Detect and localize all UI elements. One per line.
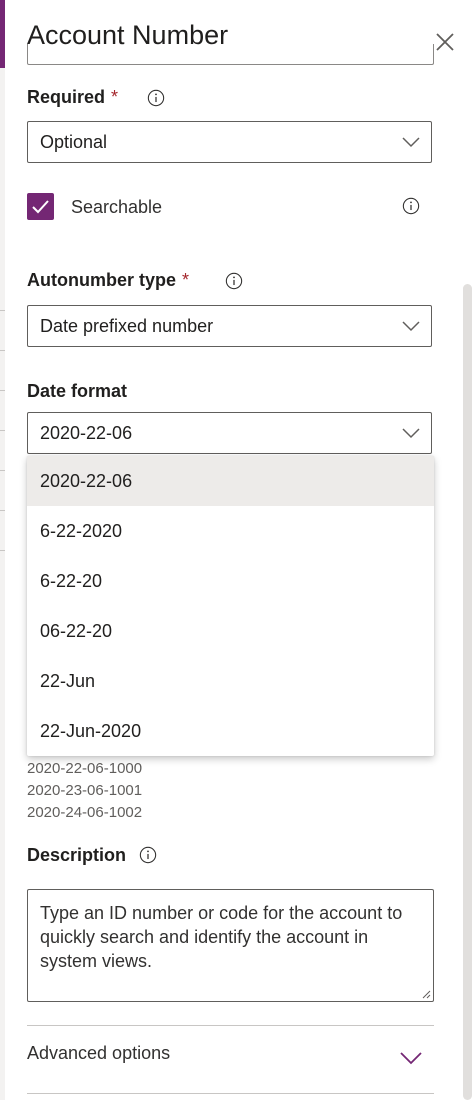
column-properties-panel: Account Number Required * Optional Search…: [5, 0, 474, 1100]
chevron-down-icon: [402, 428, 420, 439]
searchable-checkbox[interactable]: [27, 193, 54, 220]
date-format-option[interactable]: 22-Jun: [27, 656, 434, 706]
description-label: Description: [27, 845, 127, 865]
date-format-label: Date format: [27, 381, 128, 401]
autonumber-type-value: Date prefixed number: [40, 316, 214, 336]
required-asterisk: *: [111, 87, 119, 107]
chevron-down-icon[interactable]: [399, 1050, 423, 1066]
autonumber-type-label: Autonumber type *: [27, 270, 189, 291]
autonumber-type-dropdown[interactable]: Date prefixed number: [27, 305, 432, 347]
required-value: Optional: [40, 132, 108, 152]
required-asterisk: *: [182, 270, 190, 290]
date-format-option[interactable]: 6-22-20: [27, 556, 434, 606]
date-format-option[interactable]: 2020-22-06: [27, 456, 434, 506]
date-format-option[interactable]: 06-22-20: [27, 606, 434, 656]
required-label-text: Required: [27, 87, 106, 107]
date-format-options-list: 2020-22-06 6-22-2020 6-22-20 06-22-20 22…: [27, 456, 434, 756]
resize-grip-icon[interactable]: [421, 989, 431, 999]
required-dropdown[interactable]: Optional: [27, 121, 432, 163]
close-icon[interactable]: [433, 30, 457, 54]
advanced-options-label[interactable]: Advanced options: [27, 1043, 170, 1064]
checkmark-icon: [32, 200, 49, 214]
info-icon[interactable]: [147, 89, 165, 107]
info-icon[interactable]: [139, 846, 157, 864]
scrollbar-track[interactable]: [462, 0, 474, 1100]
description-textarea[interactable]: Type an ID number or code for the accoun…: [27, 889, 434, 1002]
info-icon[interactable]: [402, 197, 420, 215]
description-text: Type an ID number or code for the accoun…: [40, 903, 403, 971]
chevron-down-icon: [402, 321, 420, 332]
date-format-value: 2020-22-06: [40, 423, 133, 443]
divider: [27, 1093, 434, 1094]
sample-value: 2020-22-06-1000: [27, 760, 143, 777]
date-format-dropdown[interactable]: 2020-22-06: [27, 412, 432, 454]
info-icon[interactable]: [225, 272, 243, 290]
panel-title: Account Number: [27, 20, 229, 50]
autonumber-type-label-text: Autonumber type: [27, 270, 177, 290]
sample-value: 2020-23-06-1001: [27, 782, 143, 799]
date-format-option[interactable]: 6-22-2020: [27, 506, 434, 556]
required-label: Required *: [27, 87, 118, 108]
chevron-down-icon: [402, 137, 420, 148]
divider: [27, 1025, 434, 1026]
searchable-label: Searchable: [71, 197, 163, 217]
date-format-option[interactable]: 22-Jun-2020: [27, 706, 434, 756]
scrollbar-thumb[interactable]: [463, 284, 472, 1100]
sample-value: 2020-24-06-1002: [27, 804, 143, 821]
